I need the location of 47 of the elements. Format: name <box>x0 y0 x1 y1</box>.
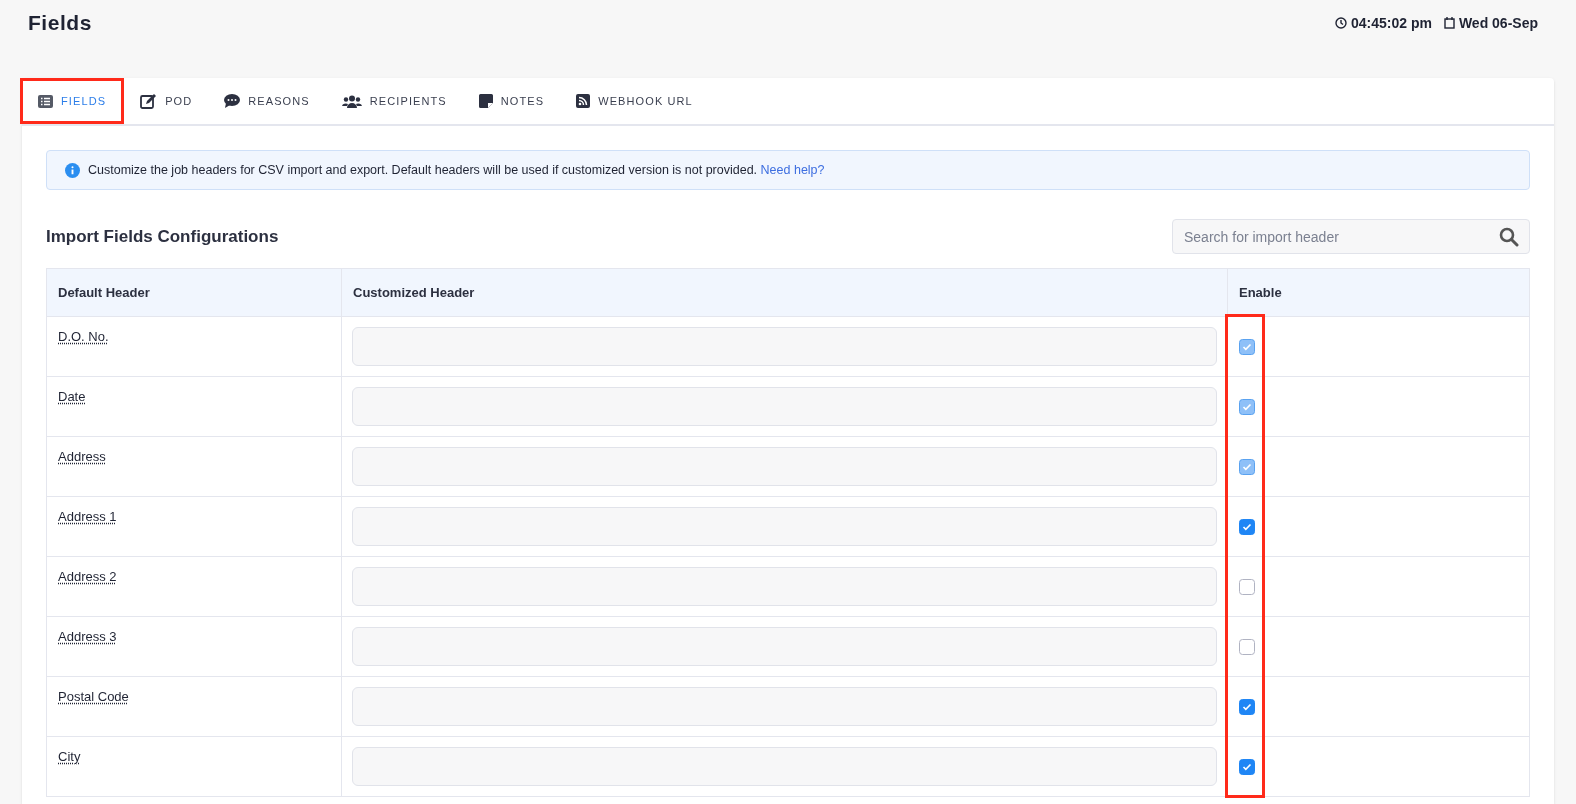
field-name: Postal Code <box>58 689 129 704</box>
field-name: Date <box>58 389 86 404</box>
enable-checkbox[interactable] <box>1239 638 1255 655</box>
customized-header-field[interactable] <box>352 747 1217 786</box>
field-name: Address <box>58 449 106 464</box>
calendar-icon <box>1443 17 1455 29</box>
help-link[interactable]: Need help? <box>760 162 825 177</box>
field-name: Address 1 <box>58 509 117 524</box>
clock-icon <box>1334 17 1347 29</box>
enable-checkbox[interactable] <box>1239 578 1255 595</box>
field-name: Address 2 <box>58 569 117 584</box>
info-icon <box>65 162 80 178</box>
customized-header-field[interactable] <box>352 507 1217 546</box>
column-header: Enable <box>1227 268 1530 317</box>
customized-header-field[interactable] <box>352 327 1217 366</box>
list-icon <box>38 94 53 108</box>
enable-checkbox[interactable] <box>1239 758 1255 775</box>
info-text: Customize the job headers for CSV import and export. Default headers will be used if customized version is not provided. <box>88 162 758 177</box>
search-field[interactable]: Search for import header <box>1172 219 1530 254</box>
customized-header-field[interactable] <box>352 447 1217 486</box>
tab[interactable]: WEBHOOK URL <box>560 78 709 124</box>
customized-header-field[interactable] <box>352 627 1217 666</box>
customized-header-field[interactable] <box>352 687 1217 726</box>
current-date: Wed 06-Sep <box>1458 13 1538 33</box>
note-icon <box>478 94 493 108</box>
tab[interactable]: REASONS <box>208 78 326 124</box>
search-icon <box>1499 227 1519 247</box>
tab[interactable]: RECIPIENTS <box>325 78 463 124</box>
rss-icon <box>576 94 591 108</box>
speech-bubble-icon <box>224 94 241 108</box>
column-header: Customized Header <box>341 268 1228 317</box>
current-time: 04:45:02 pm <box>1350 13 1432 33</box>
field-name: D.O. No. <box>58 329 109 344</box>
enable-checkbox[interactable] <box>1239 518 1255 535</box>
tab[interactable]: POD <box>124 78 209 124</box>
customized-header-field[interactable] <box>352 387 1217 426</box>
field-name: Address 3 <box>58 629 117 644</box>
page-title: Fields <box>28 10 92 37</box>
users-icon <box>341 94 362 108</box>
column-header: Default Header <box>46 268 342 317</box>
enable-checkbox[interactable] <box>1239 698 1255 715</box>
edit-icon <box>140 93 158 109</box>
tab[interactable]: FIELDS <box>20 78 125 124</box>
customized-header-field[interactable] <box>352 567 1217 606</box>
section-title: Import Fields Configurations <box>46 225 279 248</box>
tab[interactable]: NOTES <box>462 78 561 124</box>
field-name: City <box>58 749 81 764</box>
